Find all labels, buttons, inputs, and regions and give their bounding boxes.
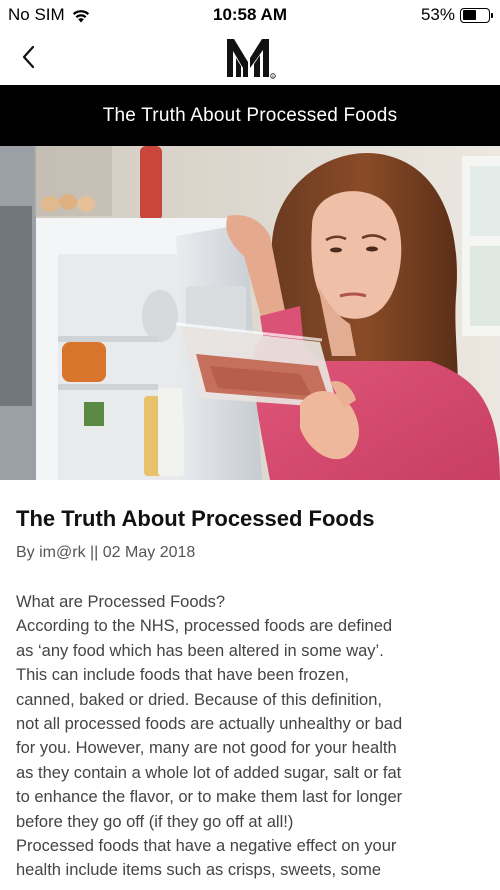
battery-percent: 53% xyxy=(420,5,455,24)
article-line: canned, baked or dried. Because of this … xyxy=(16,690,382,709)
article-line: According to the NHS, processed foods ar… xyxy=(16,617,393,636)
hero-photo xyxy=(0,146,500,480)
article-line: This can include foods that have been fr… xyxy=(16,666,349,685)
article-line: not all processed foods are actually unh… xyxy=(16,715,403,734)
article: The Truth About Processed Foods By im@rk… xyxy=(16,480,486,883)
status-bar: No SIM 10:58 AM 53% xyxy=(0,0,500,30)
article-line: What are Processed Foods? xyxy=(16,593,226,611)
battery-level-fill xyxy=(462,10,476,20)
article-title: The Truth About Processed Foods xyxy=(16,506,375,531)
article-body: What are Processed Foods? According to t… xyxy=(16,590,486,883)
article-line: before they go off (if they go off at al… xyxy=(16,812,294,831)
chevron-left-icon xyxy=(22,45,35,69)
article-line: Processed foods that have a negative eff… xyxy=(16,837,397,856)
battery-icon xyxy=(460,7,493,23)
article-line: as ‘any food which has been altered in s… xyxy=(16,641,384,660)
brand-logo-icon: R xyxy=(227,39,276,79)
battery-group: 53% xyxy=(420,5,493,25)
page-header-title: The Truth About Processed Foods xyxy=(0,85,500,146)
article-line: for you. However, many are not good for … xyxy=(16,739,397,758)
article-line: health include items such as crisps, swe… xyxy=(16,861,381,880)
back-button[interactable] xyxy=(12,40,44,74)
article-byline: By im@rk || 02 May 2018 xyxy=(16,544,196,561)
hero-image xyxy=(0,146,500,480)
navigation-bar: R xyxy=(0,30,500,85)
article-line: as they contain a whole lot of added sug… xyxy=(16,763,402,782)
article-line: to enhance the flavor, or to make them l… xyxy=(16,788,403,807)
